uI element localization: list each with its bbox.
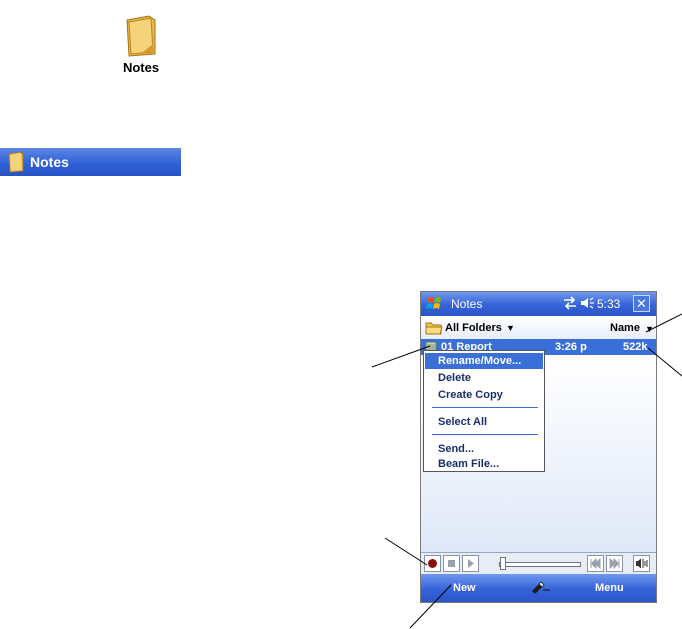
forward-button[interactable] <box>606 555 623 572</box>
volume-button[interactable] <box>633 555 650 572</box>
menu-separator <box>432 434 538 435</box>
recording-toolbar <box>421 552 656 574</box>
rewind-icon <box>590 557 601 570</box>
file-list: 01 Report 3:26 p 522k Rename/Move... Del… <box>421 339 656 552</box>
file-time: 3:26 p <box>555 341 587 353</box>
notes-app-icon[interactable]: Notes <box>106 14 176 82</box>
play-icon <box>468 559 474 568</box>
menu-item-select-all[interactable]: Select All <box>425 414 543 430</box>
menu-item-create-copy[interactable]: Create Copy <box>425 387 543 403</box>
windows-start-icon[interactable] <box>425 294 447 317</box>
notes-app-label: Notes <box>122 60 160 75</box>
new-button[interactable]: New <box>453 582 476 594</box>
playback-slider[interactable] <box>499 562 581 567</box>
chevron-down-icon[interactable]: ▼ <box>645 324 654 334</box>
navigation-bar: Notes 5:33 ✕ <box>421 292 656 316</box>
chevron-down-icon[interactable]: ▼ <box>506 323 515 333</box>
slider-thumb[interactable] <box>500 557 506 570</box>
context-menu: Rename/Move... Delete Create Copy Select… <box>423 350 545 472</box>
notes-folder-icon <box>126 15 156 57</box>
record-icon <box>428 559 437 568</box>
forward-icon <box>609 557 620 570</box>
volume-icon <box>636 558 648 569</box>
file-size: 522k <box>623 341 648 353</box>
menu-button[interactable]: Menu <box>595 582 624 594</box>
clock-time: 5:33 <box>597 297 621 311</box>
menu-item-rename[interactable]: Rename/Move... <box>425 353 543 369</box>
folder-dropdown[interactable]: All Folders <box>445 322 502 334</box>
notes-title-text: Notes <box>30 154 69 170</box>
pen-input-icon[interactable] <box>529 580 551 597</box>
rewind-button[interactable] <box>587 555 604 572</box>
stop-button[interactable] <box>443 555 460 572</box>
menu-item-send[interactable]: Send... <box>425 441 543 457</box>
stop-icon <box>448 560 455 567</box>
sort-dropdown[interactable]: Name <box>610 322 640 334</box>
device-screen: Notes 5:33 ✕ All Folders ▼ Name ▼ 01 Rep… <box>420 291 657 603</box>
menu-item-beam-file[interactable]: Beam File... <box>425 457 543 471</box>
menu-item-delete[interactable]: Delete <box>425 370 543 386</box>
close-icon[interactable]: ✕ <box>633 295 650 312</box>
menu-separator <box>432 407 538 408</box>
notes-title-bar: Notes <box>0 148 181 176</box>
soft-key-bar: New Menu <box>421 574 656 602</box>
nav-title: Notes <box>451 297 483 311</box>
volume-icon[interactable] <box>580 296 596 313</box>
folder-icon <box>425 321 443 338</box>
play-button[interactable] <box>462 555 479 572</box>
sync-icon[interactable] <box>562 296 578 313</box>
folder-bar: All Folders ▼ Name ▼ <box>421 317 656 339</box>
notes-folder-icon <box>8 151 24 173</box>
record-button[interactable] <box>424 555 441 572</box>
